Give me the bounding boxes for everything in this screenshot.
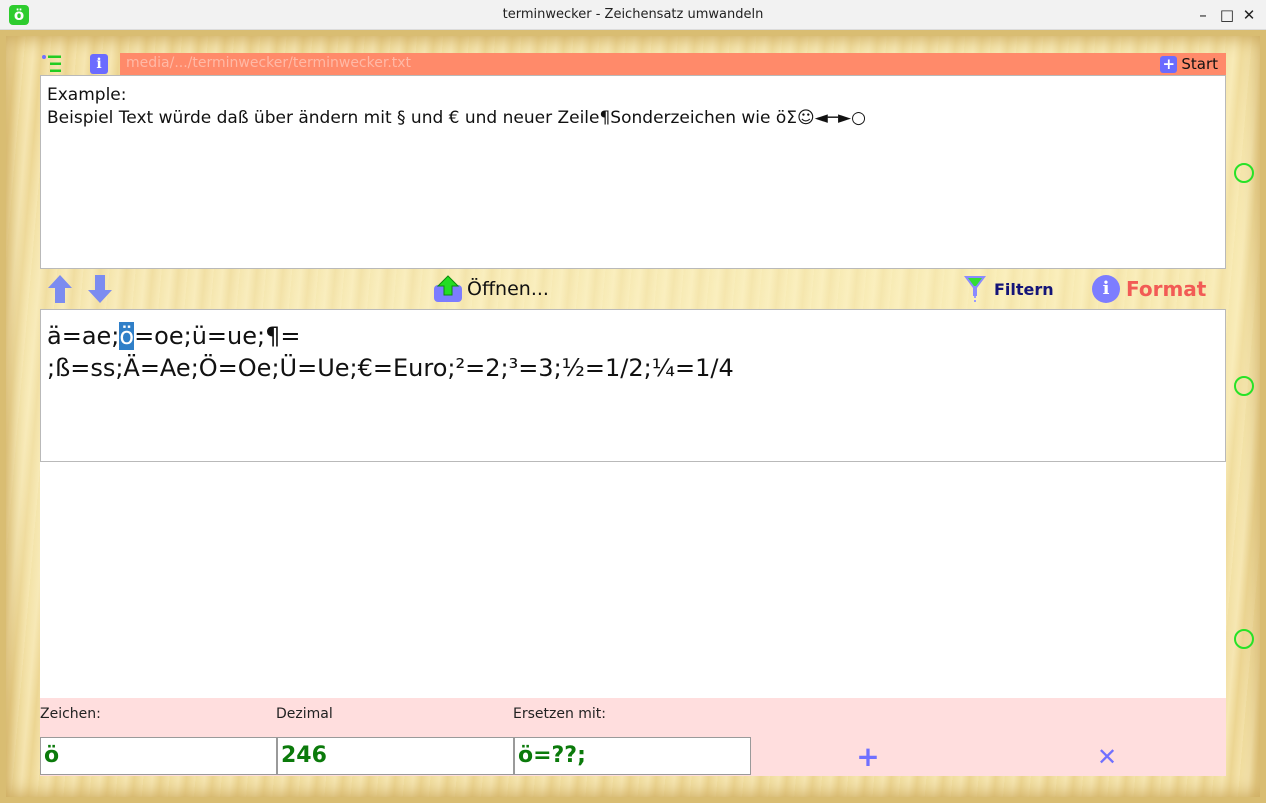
minimize-button[interactable]: – <box>1192 4 1214 26</box>
move-down-icon[interactable] <box>86 273 114 305</box>
filter-button[interactable]: Filtern <box>962 274 1054 304</box>
selected-character: ö <box>119 322 135 350</box>
zeichen-label: Zeichen: <box>40 706 101 722</box>
rules-line-1: ä=ae;ö=oe;ü=ue;¶= <box>47 320 1219 352</box>
open-label: Öffnen... <box>467 278 549 300</box>
open-button[interactable]: Öffnen... <box>433 274 549 304</box>
add-rule-button[interactable]: + <box>855 743 881 771</box>
start-label: Start <box>1181 55 1218 73</box>
empty-panel <box>40 462 1226 698</box>
example-heading: Example: <box>47 85 127 105</box>
example-text-area[interactable]: Example: Beispiel Text würde daß über än… <box>40 75 1226 269</box>
open-upload-icon <box>434 275 462 302</box>
list-menu-icon[interactable] <box>41 54 63 74</box>
splitter-handle-middle[interactable] <box>1234 376 1254 396</box>
file-path: media/.../terminwecker/terminwecker.txt <box>126 55 412 71</box>
filter-label: Filtern <box>994 279 1054 299</box>
funnel-icon <box>964 276 986 303</box>
ersetzen-label: Ersetzen mit: <box>513 706 607 722</box>
edit-panel: Zeichen: Dezimal Ersetzen mit: ö 246 ö=?… <box>40 698 1226 776</box>
dezimal-field[interactable]: 246 <box>277 737 514 775</box>
splitter-handle-bottom[interactable] <box>1234 629 1254 649</box>
title-bar: ö terminwecker - Zeichensatz umwandeln –… <box>0 0 1266 30</box>
plus-square-icon: + <box>1160 55 1178 73</box>
zeichen-field[interactable]: ö <box>40 737 277 775</box>
start-button[interactable]: + Start <box>1160 54 1218 74</box>
ersetzen-field[interactable]: ö=??; <box>514 737 751 775</box>
format-label: Format <box>1126 277 1207 301</box>
info-circle-icon: i <box>1092 275 1120 303</box>
rules-text: =oe;ü=ue;¶= <box>134 322 301 350</box>
rules-line-2: ;ß=ss;Ä=Ae;Ö=Oe;Ü=Ue;€=Euro;²=2;³=3;½=1/… <box>47 354 734 382</box>
remove-rule-button[interactable]: ✕ <box>1094 744 1120 770</box>
format-button[interactable]: i Format <box>1092 274 1206 304</box>
path-bar: media/.../terminwecker/terminwecker.txt … <box>120 53 1226 75</box>
dezimal-label: Dezimal <box>276 706 333 722</box>
window-title: terminwecker - Zeichensatz umwandeln <box>502 7 764 22</box>
rules-text: ä=ae; <box>47 322 120 350</box>
example-text: Beispiel Text würde daß über ändern mit … <box>47 108 866 128</box>
maximize-button[interactable]: □ <box>1216 4 1238 26</box>
rules-text-area[interactable]: ä=ae;ö=oe;ü=ue;¶= ;ß=ss;Ä=Ae;Ö=Oe;Ü=Ue;€… <box>40 309 1226 462</box>
move-up-icon[interactable] <box>46 273 74 305</box>
file-info-icon[interactable]: i <box>90 54 108 74</box>
close-button[interactable]: ✕ <box>1238 4 1260 26</box>
splitter-handle-top[interactable] <box>1234 163 1254 183</box>
